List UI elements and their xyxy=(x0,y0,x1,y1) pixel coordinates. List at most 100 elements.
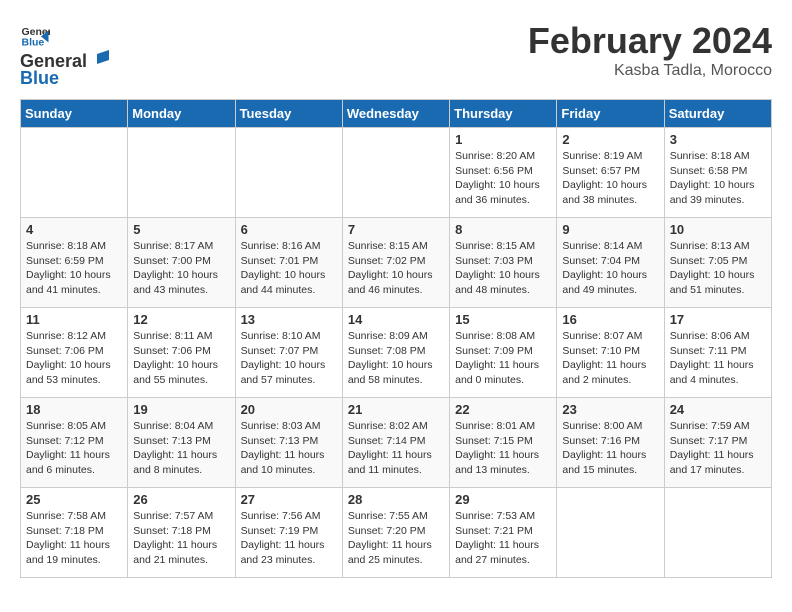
week-row-1: 4 Sunrise: 8:18 AM Sunset: 6:59 PM Daylig… xyxy=(21,218,772,308)
day-cell xyxy=(557,488,664,578)
logo: General Blue General Blue xyxy=(20,20,109,89)
day-number: 1 xyxy=(455,132,551,147)
day-info: Sunrise: 8:10 AM Sunset: 7:07 PM Dayligh… xyxy=(241,329,337,388)
day-number: 22 xyxy=(455,402,551,417)
day-cell xyxy=(21,128,128,218)
day-info: Sunrise: 8:04 AM Sunset: 7:13 PM Dayligh… xyxy=(133,419,229,478)
day-info: Sunrise: 7:55 AM Sunset: 7:20 PM Dayligh… xyxy=(348,509,444,568)
calendar-table: Sunday Monday Tuesday Wednesday Thursday… xyxy=(20,99,772,578)
day-number: 7 xyxy=(348,222,444,237)
day-number: 24 xyxy=(670,402,766,417)
day-number: 14 xyxy=(348,312,444,327)
day-cell: 1 Sunrise: 8:20 AM Sunset: 6:56 PM Daylig… xyxy=(450,128,557,218)
day-info: Sunrise: 8:03 AM Sunset: 7:13 PM Dayligh… xyxy=(241,419,337,478)
week-row-4: 25Sunrise: 7:58 AM Sunset: 7:18 PM Dayli… xyxy=(21,488,772,578)
day-info: Sunrise: 8:01 AM Sunset: 7:15 PM Dayligh… xyxy=(455,419,551,478)
day-info: Sunrise: 8:02 AM Sunset: 7:14 PM Dayligh… xyxy=(348,419,444,478)
logo-blue: Blue xyxy=(20,68,109,89)
day-cell: 8Sunrise: 8:15 AM Sunset: 7:03 PM Daylig… xyxy=(450,218,557,308)
day-number: 15 xyxy=(455,312,551,327)
day-cell: 13 Sunrise: 8:10 AM Sunset: 7:07 PM Dayli… xyxy=(235,308,342,398)
day-number: 26 xyxy=(133,492,229,507)
header-thursday: Thursday xyxy=(450,100,557,128)
day-number: 20 xyxy=(241,402,337,417)
week-row-3: 18 Sunrise: 8:05 AM Sunset: 7:12 PM Dayli… xyxy=(21,398,772,488)
day-info: Sunrise: 8:19 AM Sunset: 6:57 PM Dayligh… xyxy=(562,149,658,208)
calendar-subtitle: Kasba Tadla, Morocco xyxy=(528,62,772,80)
svg-text:Blue: Blue xyxy=(22,37,45,49)
day-number: 19 xyxy=(133,402,229,417)
day-cell xyxy=(128,128,235,218)
title-area: February 2024 Kasba Tadla, Morocco xyxy=(528,20,772,80)
day-number: 8 xyxy=(455,222,551,237)
day-info: Sunrise: 8:18 AM Sunset: 6:59 PM Dayligh… xyxy=(26,239,122,298)
day-cell: 12Sunrise: 8:11 AM Sunset: 7:06 PM Dayli… xyxy=(128,308,235,398)
day-info: Sunrise: 7:53 AM Sunset: 7:21 PM Dayligh… xyxy=(455,509,551,568)
day-number: 21 xyxy=(348,402,444,417)
day-cell: 19 Sunrise: 8:04 AM Sunset: 7:13 PM Dayli… xyxy=(128,398,235,488)
day-info: Sunrise: 8:15 AM Sunset: 7:02 PM Dayligh… xyxy=(348,239,444,298)
day-number: 5 xyxy=(133,222,229,237)
day-info: Sunrise: 8:07 AM Sunset: 7:10 PM Dayligh… xyxy=(562,329,658,388)
day-cell: 15Sunrise: 8:08 AM Sunset: 7:09 PM Dayli… xyxy=(450,308,557,398)
day-cell: 2 Sunrise: 8:19 AM Sunset: 6:57 PM Daylig… xyxy=(557,128,664,218)
day-info: Sunrise: 8:00 AM Sunset: 7:16 PM Dayligh… xyxy=(562,419,658,478)
day-info: Sunrise: 7:59 AM Sunset: 7:17 PM Dayligh… xyxy=(670,419,766,478)
logo-icon: General Blue xyxy=(20,20,50,50)
day-number: 29 xyxy=(455,492,551,507)
day-cell: 18 Sunrise: 8:05 AM Sunset: 7:12 PM Dayli… xyxy=(21,398,128,488)
day-number: 11 xyxy=(26,312,122,327)
day-info: Sunrise: 7:58 AM Sunset: 7:18 PM Dayligh… xyxy=(26,509,122,568)
day-number: 23 xyxy=(562,402,658,417)
day-number: 2 xyxy=(562,132,658,147)
day-cell: 6Sunrise: 8:16 AM Sunset: 7:01 PM Daylig… xyxy=(235,218,342,308)
day-cell: 21 Sunrise: 8:02 AM Sunset: 7:14 PM Dayli… xyxy=(342,398,449,488)
header-sunday: Sunday xyxy=(21,100,128,128)
day-cell: 22 Sunrise: 8:01 AM Sunset: 7:15 PM Dayli… xyxy=(450,398,557,488)
day-number: 16 xyxy=(562,312,658,327)
day-cell: 25Sunrise: 7:58 AM Sunset: 7:18 PM Dayli… xyxy=(21,488,128,578)
day-number: 4 xyxy=(26,222,122,237)
calendar-header: Sunday Monday Tuesday Wednesday Thursday… xyxy=(21,100,772,128)
day-number: 3 xyxy=(670,132,766,147)
day-info: Sunrise: 7:56 AM Sunset: 7:19 PM Dayligh… xyxy=(241,509,337,568)
day-cell: 5 Sunrise: 8:17 AM Sunset: 7:00 PM Daylig… xyxy=(128,218,235,308)
day-info: Sunrise: 8:18 AM Sunset: 6:58 PM Dayligh… xyxy=(670,149,766,208)
day-number: 18 xyxy=(26,402,122,417)
day-number: 10 xyxy=(670,222,766,237)
day-cell: 10Sunrise: 8:13 AM Sunset: 7:05 PM Dayli… xyxy=(664,218,771,308)
day-cell xyxy=(664,488,771,578)
day-cell: 7 Sunrise: 8:15 AM Sunset: 7:02 PM Daylig… xyxy=(342,218,449,308)
day-cell: 17Sunrise: 8:06 AM Sunset: 7:11 PM Dayli… xyxy=(664,308,771,398)
day-info: Sunrise: 8:09 AM Sunset: 7:08 PM Dayligh… xyxy=(348,329,444,388)
calendar-body: 1 Sunrise: 8:20 AM Sunset: 6:56 PM Daylig… xyxy=(21,128,772,578)
day-cell: 23 Sunrise: 8:00 AM Sunset: 7:16 PM Dayli… xyxy=(557,398,664,488)
header-monday: Monday xyxy=(128,100,235,128)
header-tuesday: Tuesday xyxy=(235,100,342,128)
day-cell: 28 Sunrise: 7:55 AM Sunset: 7:20 PM Dayli… xyxy=(342,488,449,578)
day-info: Sunrise: 8:20 AM Sunset: 6:56 PM Dayligh… xyxy=(455,149,551,208)
day-number: 27 xyxy=(241,492,337,507)
day-info: Sunrise: 8:12 AM Sunset: 7:06 PM Dayligh… xyxy=(26,329,122,388)
calendar-title: February 2024 xyxy=(528,20,772,62)
day-info: Sunrise: 7:57 AM Sunset: 7:18 PM Dayligh… xyxy=(133,509,229,568)
day-number: 12 xyxy=(133,312,229,327)
day-cell: 20 Sunrise: 8:03 AM Sunset: 7:13 PM Dayli… xyxy=(235,398,342,488)
day-info: Sunrise: 8:14 AM Sunset: 7:04 PM Dayligh… xyxy=(562,239,658,298)
day-number: 28 xyxy=(348,492,444,507)
day-cell: 11 Sunrise: 8:12 AM Sunset: 7:06 PM Dayli… xyxy=(21,308,128,398)
day-info: Sunrise: 8:17 AM Sunset: 7:00 PM Dayligh… xyxy=(133,239,229,298)
day-info: Sunrise: 8:16 AM Sunset: 7:01 PM Dayligh… xyxy=(241,239,337,298)
day-cell: 4 Sunrise: 8:18 AM Sunset: 6:59 PM Daylig… xyxy=(21,218,128,308)
day-cell: 9Sunrise: 8:14 AM Sunset: 7:04 PM Daylig… xyxy=(557,218,664,308)
week-row-0: 1 Sunrise: 8:20 AM Sunset: 6:56 PM Daylig… xyxy=(21,128,772,218)
header-wednesday: Wednesday xyxy=(342,100,449,128)
day-cell: 27 Sunrise: 7:56 AM Sunset: 7:19 PM Dayli… xyxy=(235,488,342,578)
header-saturday: Saturday xyxy=(664,100,771,128)
day-number: 17 xyxy=(670,312,766,327)
week-row-2: 11 Sunrise: 8:12 AM Sunset: 7:06 PM Dayli… xyxy=(21,308,772,398)
day-cell xyxy=(342,128,449,218)
day-info: Sunrise: 8:05 AM Sunset: 7:12 PM Dayligh… xyxy=(26,419,122,478)
day-cell: 24 Sunrise: 7:59 AM Sunset: 7:17 PM Dayli… xyxy=(664,398,771,488)
day-number: 13 xyxy=(241,312,337,327)
